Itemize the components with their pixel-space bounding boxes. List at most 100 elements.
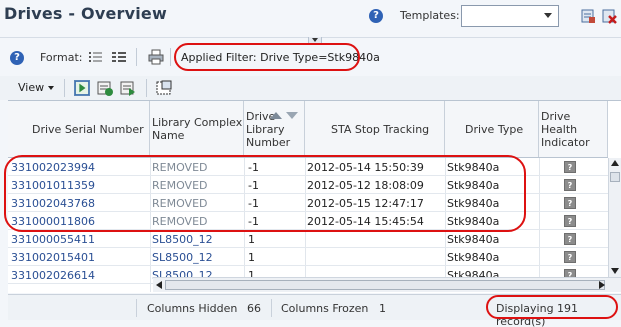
drive-number-cell: 1: [248, 233, 255, 246]
drive-type-cell: Stk9840a: [447, 197, 500, 210]
drive-type-cell: Stk9840a: [447, 215, 500, 228]
collapse-toolbar-handle[interactable]: [308, 37, 322, 45]
detail-list-icon[interactable]: [111, 49, 127, 65]
print-icon[interactable]: [148, 49, 164, 65]
sort-descending-icon[interactable]: [286, 112, 298, 119]
table-row[interactable]: 331002043768 REMOVED -1 2012-05-15 12:47…: [8, 194, 608, 212]
table-row[interactable]: 331002023994 REMOVED -1 2012-05-14 15:50…: [8, 158, 608, 176]
help-icon[interactable]: ?: [369, 9, 383, 23]
detach-icon[interactable]: [156, 80, 172, 96]
toolbar-divider: [64, 79, 65, 97]
record-count: Displaying 191 record(s): [496, 302, 579, 327]
column-header-library-complex[interactable]: Library Complex Name: [150, 101, 244, 157]
format-label: Format:: [40, 51, 83, 64]
health-unknown-icon: ?: [564, 161, 576, 173]
health-unknown-icon: ?: [564, 197, 576, 209]
chevron-down-icon: [544, 13, 552, 18]
serial-cell[interactable]: 331002026614: [11, 269, 95, 282]
status-divider: [271, 299, 272, 317]
close-icon[interactable]: [601, 8, 617, 24]
library-complex-cell: REMOVED: [152, 215, 208, 228]
library-complex-cell: REMOVED: [152, 179, 208, 192]
table-row[interactable]: 331000055411 SL8500_12 1 Stk9840a ?: [8, 230, 608, 248]
drive-type-cell: Stk9840a: [447, 179, 500, 192]
column-header-label: Drive Type: [465, 123, 524, 136]
title-bar: Drives - Overview ? Templates:: [0, 0, 621, 36]
drive-type-cell: Stk9840a: [447, 251, 500, 264]
column-header-label: Library Complex: [152, 116, 243, 129]
drive-number-cell: 1: [248, 251, 255, 264]
serial-cell[interactable]: 331000011806: [11, 215, 95, 228]
column-header-label: Library: [246, 123, 285, 136]
column-header-label: Name: [152, 129, 185, 142]
horizontal-scrollbar[interactable]: [153, 277, 621, 292]
applied-filter-text: Applied Filter: Drive Type=Stk9840a: [181, 51, 380, 64]
serial-cell[interactable]: 331002023994: [11, 161, 95, 174]
export-icon[interactable]: [580, 8, 596, 24]
column-header-sta-stop-tracking[interactable]: STA Stop Tracking: [305, 101, 445, 157]
list-icon[interactable]: [88, 49, 104, 65]
library-complex-cell[interactable]: SL8500_12: [152, 233, 213, 246]
column-header-drive-library-number[interactable]: Drive Library Number: [244, 101, 305, 157]
table-row[interactable]: 331002015401 SL8500_12 1 Stk9840a ?: [8, 248, 608, 266]
serial-cell[interactable]: 331002043768: [11, 197, 95, 210]
health-unknown-icon: ?: [564, 233, 576, 245]
columns-frozen-count: 1: [379, 302, 386, 315]
run-icon[interactable]: [74, 80, 90, 96]
drive-number-cell: -1: [248, 215, 259, 228]
toolbar-divider: [136, 48, 137, 66]
drive-number-cell: -1: [248, 161, 259, 174]
column-header-serial[interactable]: Drive Serial Number: [8, 101, 150, 157]
table-header: Drive Serial Number Library Complex Name…: [8, 101, 608, 158]
table-row[interactable]: 331000011806 REMOVED -1 2012-05-14 15:45…: [8, 212, 608, 230]
status-bar: Columns Hidden 66 Columns Frozen 1 Displ…: [8, 294, 621, 327]
serial-cell[interactable]: 331001011359: [11, 179, 95, 192]
health-unknown-icon: ?: [564, 251, 576, 263]
stop-tracking-cell: 2012-05-14 15:50:39: [307, 161, 424, 174]
scroll-thumb[interactable]: [165, 280, 605, 290]
chevron-down-icon: [48, 86, 55, 90]
serial-cell[interactable]: 331000055411: [11, 233, 95, 246]
scroll-right-icon[interactable]: [599, 281, 605, 289]
view-menu-label: View: [18, 81, 45, 94]
scroll-down-icon[interactable]: [611, 268, 619, 274]
apply-icon[interactable]: [120, 80, 136, 96]
sort-ascending-icon[interactable]: [270, 112, 282, 119]
scroll-thumb[interactable]: [610, 172, 620, 182]
templates-label: Templates:: [400, 9, 460, 22]
column-header-label: Drive Serial Number: [32, 123, 144, 136]
view-toolbar: View: [0, 76, 621, 100]
health-unknown-icon: ?: [564, 215, 576, 227]
column-header-label: Health: [541, 123, 578, 136]
drive-number-cell: -1: [248, 197, 259, 210]
toolbar-divider: [170, 48, 171, 66]
library-complex-cell[interactable]: SL8500_12: [152, 251, 213, 264]
stop-tracking-cell: 2012-05-15 12:47:17: [307, 197, 424, 210]
scroll-left-icon[interactable]: [156, 281, 162, 289]
status-divider: [136, 299, 137, 317]
columns-frozen-label: Columns Frozen: [281, 302, 369, 315]
help-icon[interactable]: ?: [10, 51, 24, 65]
serial-cell[interactable]: 331002015401: [11, 251, 95, 264]
column-header-label: STA Stop Tracking: [331, 123, 430, 136]
column-header-label: Number: [246, 136, 291, 149]
health-unknown-icon: ?: [564, 179, 576, 191]
drive-type-cell: Stk9840a: [447, 161, 500, 174]
column-header-drive-health[interactable]: Drive Health Indicator: [539, 101, 608, 157]
library-complex-cell: REMOVED: [152, 197, 208, 210]
templates-select[interactable]: [461, 5, 559, 27]
drives-table: Drive Serial Number Library Complex Name…: [8, 100, 621, 293]
library-complex-cell: REMOVED: [152, 161, 208, 174]
view-menu[interactable]: View: [18, 81, 55, 94]
vertical-scrollbar[interactable]: [608, 158, 621, 277]
stop-tracking-cell: 2012-05-12 18:08:09: [307, 179, 424, 192]
drive-number-cell: -1: [248, 179, 259, 192]
table-row[interactable]: 331001011359 REMOVED -1 2012-05-12 18:08…: [8, 176, 608, 194]
column-header-label: Drive: [541, 110, 571, 123]
add-icon[interactable]: [97, 80, 113, 96]
columns-hidden-count: 66: [247, 302, 261, 315]
column-header-drive-type[interactable]: Drive Type: [445, 101, 539, 157]
toolbar-divider: [146, 79, 147, 97]
column-header-label: Indicator: [541, 136, 590, 149]
scroll-up-icon[interactable]: [611, 160, 619, 166]
